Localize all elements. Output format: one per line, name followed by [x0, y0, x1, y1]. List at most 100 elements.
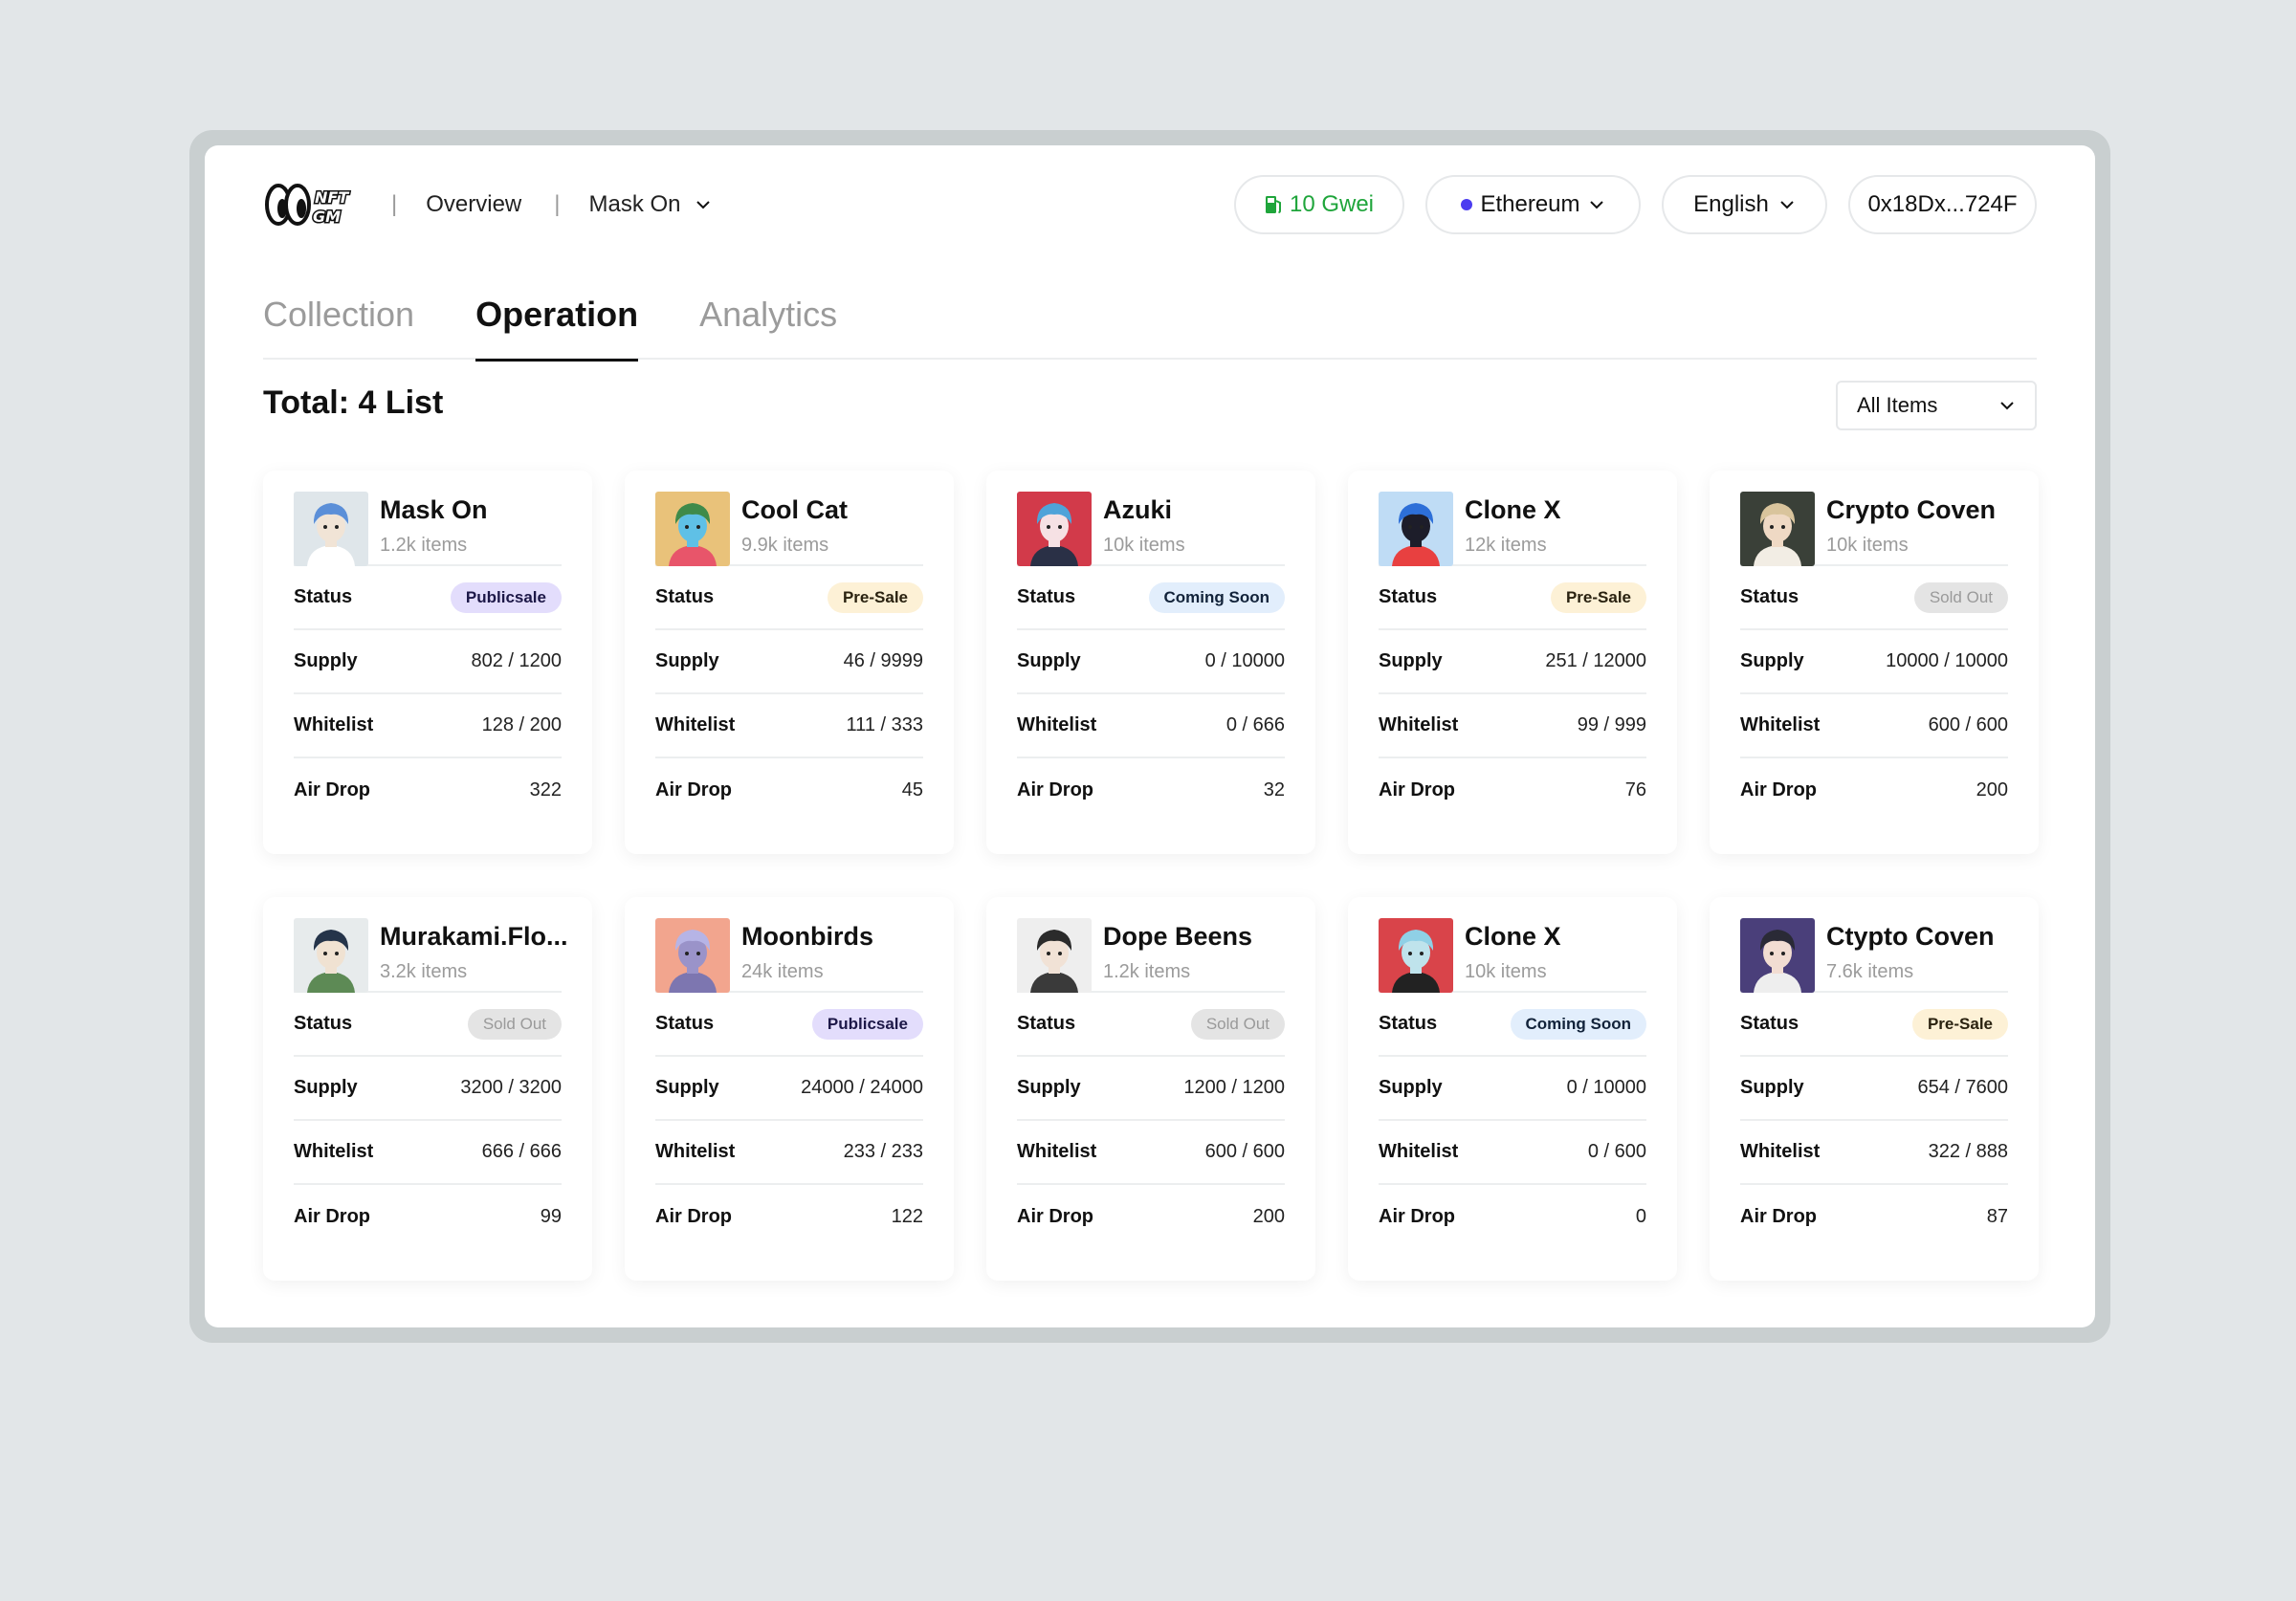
- collection-card[interactable]: Murakami.Flo... 3.2k items Status Sold O…: [263, 897, 592, 1281]
- collection-card[interactable]: Cool Cat 9.9k items Status Pre-Sale Supp…: [625, 471, 954, 854]
- brand-logo[interactable]: NFT GM: [263, 180, 359, 230]
- whitelist-label: Whitelist: [655, 1141, 736, 1162]
- airdrop-row: Air Drop 45: [655, 758, 923, 822]
- collection-card[interactable]: Dope Beens 1.2k items Status Sold Out Su…: [986, 897, 1315, 1281]
- fuel-icon: [1265, 196, 1281, 213]
- airdrop-label: Air Drop: [294, 1206, 370, 1227]
- nft-avatar-icon: [1017, 492, 1092, 566]
- status-label: Status: [1740, 586, 1799, 607]
- wallet-address-label: 0x18Dx...724F: [1867, 191, 2018, 217]
- card-header: Azuki 10k items: [1017, 492, 1285, 566]
- collection-item-count: 1.2k items: [1103, 961, 1191, 982]
- airdrop-value: 200: [1976, 779, 2008, 800]
- card-header: Clone X 12k items: [1379, 492, 1646, 566]
- supply-row: Supply 3200 / 3200: [294, 1057, 562, 1121]
- nft-avatar-icon: [1740, 492, 1815, 566]
- airdrop-row: Air Drop 0: [1379, 1185, 1646, 1249]
- whitelist-label: Whitelist: [1740, 1141, 1821, 1162]
- card-header: Clone X 10k items: [1379, 918, 1646, 993]
- supply-label: Supply: [1017, 650, 1081, 671]
- supply-row: Supply 0 / 10000: [1017, 630, 1285, 694]
- airdrop-label: Air Drop: [1740, 1206, 1817, 1227]
- airdrop-label: Air Drop: [1017, 1206, 1093, 1227]
- supply-value: 3200 / 3200: [460, 1077, 562, 1098]
- collection-item-count: 9.9k items: [741, 535, 829, 556]
- nft-avatar-icon: [294, 492, 368, 566]
- collection-name: Moonbirds: [741, 922, 873, 951]
- supply-value: 654 / 7600: [1917, 1077, 2008, 1098]
- collection-name: Clone X: [1465, 495, 1561, 524]
- collection-card[interactable]: Ctypto Coven 7.6k items Status Pre-Sale …: [1710, 897, 2039, 1281]
- collection-avatar: [1379, 918, 1453, 993]
- whitelist-row: Whitelist 0 / 666: [1017, 694, 1285, 758]
- whitelist-row: Whitelist 233 / 233: [655, 1121, 923, 1185]
- airdrop-row: Air Drop 200: [1740, 758, 2008, 822]
- status-label: Status: [655, 1013, 715, 1034]
- airdrop-value: 45: [901, 779, 923, 800]
- items-filter-label: All Items: [1857, 393, 1938, 417]
- collection-avatar: [1740, 918, 1815, 993]
- tab-operation[interactable]: Operation: [475, 279, 639, 362]
- collection-avatar: [1379, 492, 1453, 566]
- collection-card[interactable]: Crypto Coven 10k items Status Sold Out S…: [1710, 471, 2039, 854]
- airdrop-row: Air Drop 87: [1740, 1185, 2008, 1249]
- collection-name: Dope Beens: [1103, 922, 1253, 951]
- tab-analytics[interactable]: Analytics: [699, 279, 837, 360]
- gas-price-button[interactable]: 10 Gwei: [1234, 175, 1404, 234]
- card-header: Cool Cat 9.9k items: [655, 492, 923, 566]
- status-label: Status: [1379, 586, 1438, 607]
- whitelist-value: 666 / 666: [481, 1141, 562, 1162]
- status-badge: Sold Out: [1913, 581, 2008, 613]
- status-badge: Coming Soon: [1510, 1008, 1646, 1040]
- whitelist-row: Whitelist 0 / 600: [1379, 1121, 1646, 1185]
- collection-name: Mask On: [380, 495, 488, 524]
- items-filter-dropdown[interactable]: All Items: [1836, 381, 2037, 430]
- collection-card[interactable]: Clone X 10k items Status Coming Soon Sup…: [1348, 897, 1677, 1281]
- collection-avatar: [294, 918, 368, 993]
- collection-select-dropdown[interactable]: Mask On: [589, 191, 712, 218]
- whitelist-value: 600 / 600: [1928, 714, 2008, 735]
- collection-card[interactable]: Moonbirds 24k items Status Publicsale Su…: [625, 897, 954, 1281]
- status-row: Status Coming Soon: [1017, 566, 1285, 630]
- whitelist-row: Whitelist 111 / 333: [655, 694, 923, 758]
- gas-price-label: 10 Gwei: [1289, 191, 1375, 217]
- collection-name: Clone X: [1465, 922, 1561, 951]
- whitelist-value: 111 / 333: [846, 714, 923, 735]
- tab-collection[interactable]: Collection: [263, 279, 414, 360]
- collection-card[interactable]: Mask On 1.2k items Status Publicsale Sup…: [263, 471, 592, 854]
- whitelist-value: 0 / 600: [1587, 1141, 1646, 1162]
- wallet-address-button[interactable]: 0x18Dx...724F: [1848, 175, 2037, 234]
- supply-row: Supply 0 / 10000: [1379, 1057, 1646, 1121]
- supply-label: Supply: [655, 650, 719, 671]
- airdrop-label: Air Drop: [655, 779, 732, 800]
- status-row: Status Publicsale: [655, 993, 923, 1057]
- total-count-heading: Total: 4 List: [263, 384, 444, 421]
- supply-value: 802 / 1200: [471, 650, 562, 671]
- collection-item-count: 10k items: [1826, 535, 1909, 556]
- network-select-dropdown[interactable]: Ethereum: [1425, 175, 1641, 234]
- collection-name: Murakami.Flo...: [380, 922, 568, 951]
- supply-value: 10000 / 10000: [1886, 650, 2008, 671]
- airdrop-value: 0: [1635, 1206, 1646, 1227]
- supply-row: Supply 24000 / 24000: [655, 1057, 923, 1121]
- whitelist-label: Whitelist: [655, 714, 736, 735]
- supply-value: 24000 / 24000: [801, 1077, 923, 1098]
- supply-label: Supply: [1740, 1077, 1804, 1098]
- airdrop-value: 87: [1986, 1206, 2008, 1227]
- supply-value: 0 / 10000: [1204, 650, 1285, 671]
- whitelist-row: Whitelist 666 / 666: [294, 1121, 562, 1185]
- collection-name: Crypto Coven: [1826, 495, 1997, 524]
- whitelist-label: Whitelist: [1379, 714, 1459, 735]
- svg-text:GM: GM: [313, 208, 341, 226]
- airdrop-row: Air Drop 322: [294, 758, 562, 822]
- status-row: Status Pre-Sale: [1379, 566, 1646, 630]
- nav-overview-link[interactable]: Overview: [426, 191, 521, 218]
- collection-card[interactable]: Clone X 12k items Status Pre-Sale Supply…: [1348, 471, 1677, 854]
- language-select-dropdown[interactable]: English: [1662, 175, 1827, 234]
- collection-card[interactable]: Azuki 10k items Status Coming Soon Suppl…: [986, 471, 1315, 854]
- airdrop-value: 99: [540, 1206, 562, 1227]
- language-label: English: [1693, 191, 1769, 217]
- airdrop-value: 200: [1252, 1206, 1285, 1227]
- collection-item-count: 10k items: [1465, 961, 1547, 982]
- card-header: Ctypto Coven 7.6k items: [1740, 918, 2008, 993]
